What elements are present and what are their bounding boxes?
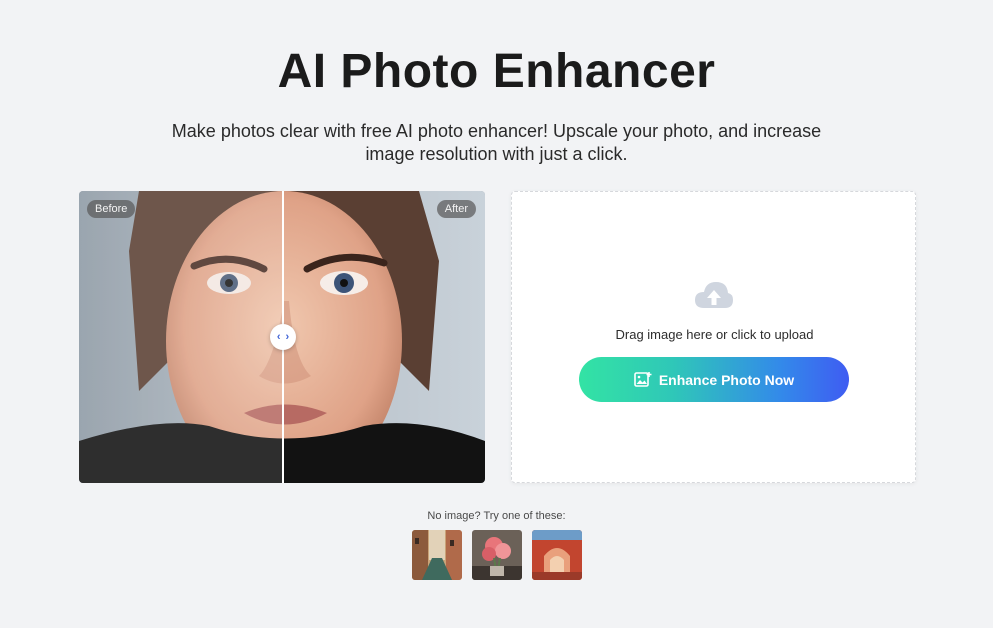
samples-label: No image? Try one of these: <box>427 510 566 522</box>
sample-flowers-image <box>472 530 522 580</box>
enhance-button-label: Enhance Photo Now <box>658 371 795 388</box>
before-label: Before <box>87 200 136 218</box>
page-title: AI Photo Enhancer <box>277 45 716 98</box>
chevron-left-icon: ‹ <box>276 331 281 343</box>
image-add-icon <box>634 372 652 387</box>
sample-archway-image <box>532 530 582 580</box>
page-subtitle: Make photos clear with free AI photo enh… <box>171 121 822 164</box>
upload-dropzone[interactable]: Drag image here or click to upload Enhan… <box>511 191 916 483</box>
drag-upload-text: Drag image here or click to upload <box>615 327 814 342</box>
chevron-right-icon: › <box>285 331 290 343</box>
sample-thumbnail-flowers[interactable] <box>472 530 522 580</box>
sample-thumbnail-venice[interactable] <box>412 530 462 580</box>
enhance-photo-button[interactable]: Enhance Photo Now <box>579 357 849 402</box>
sample-venice-image <box>412 530 462 580</box>
compare-slider-handle[interactable]: ‹ › <box>270 324 296 350</box>
after-label: After <box>436 200 476 218</box>
cloud-upload-icon <box>695 282 733 308</box>
before-after-compare[interactable]: Before After ‹ › <box>79 191 485 483</box>
sample-thumbnail-archway[interactable] <box>532 530 582 580</box>
